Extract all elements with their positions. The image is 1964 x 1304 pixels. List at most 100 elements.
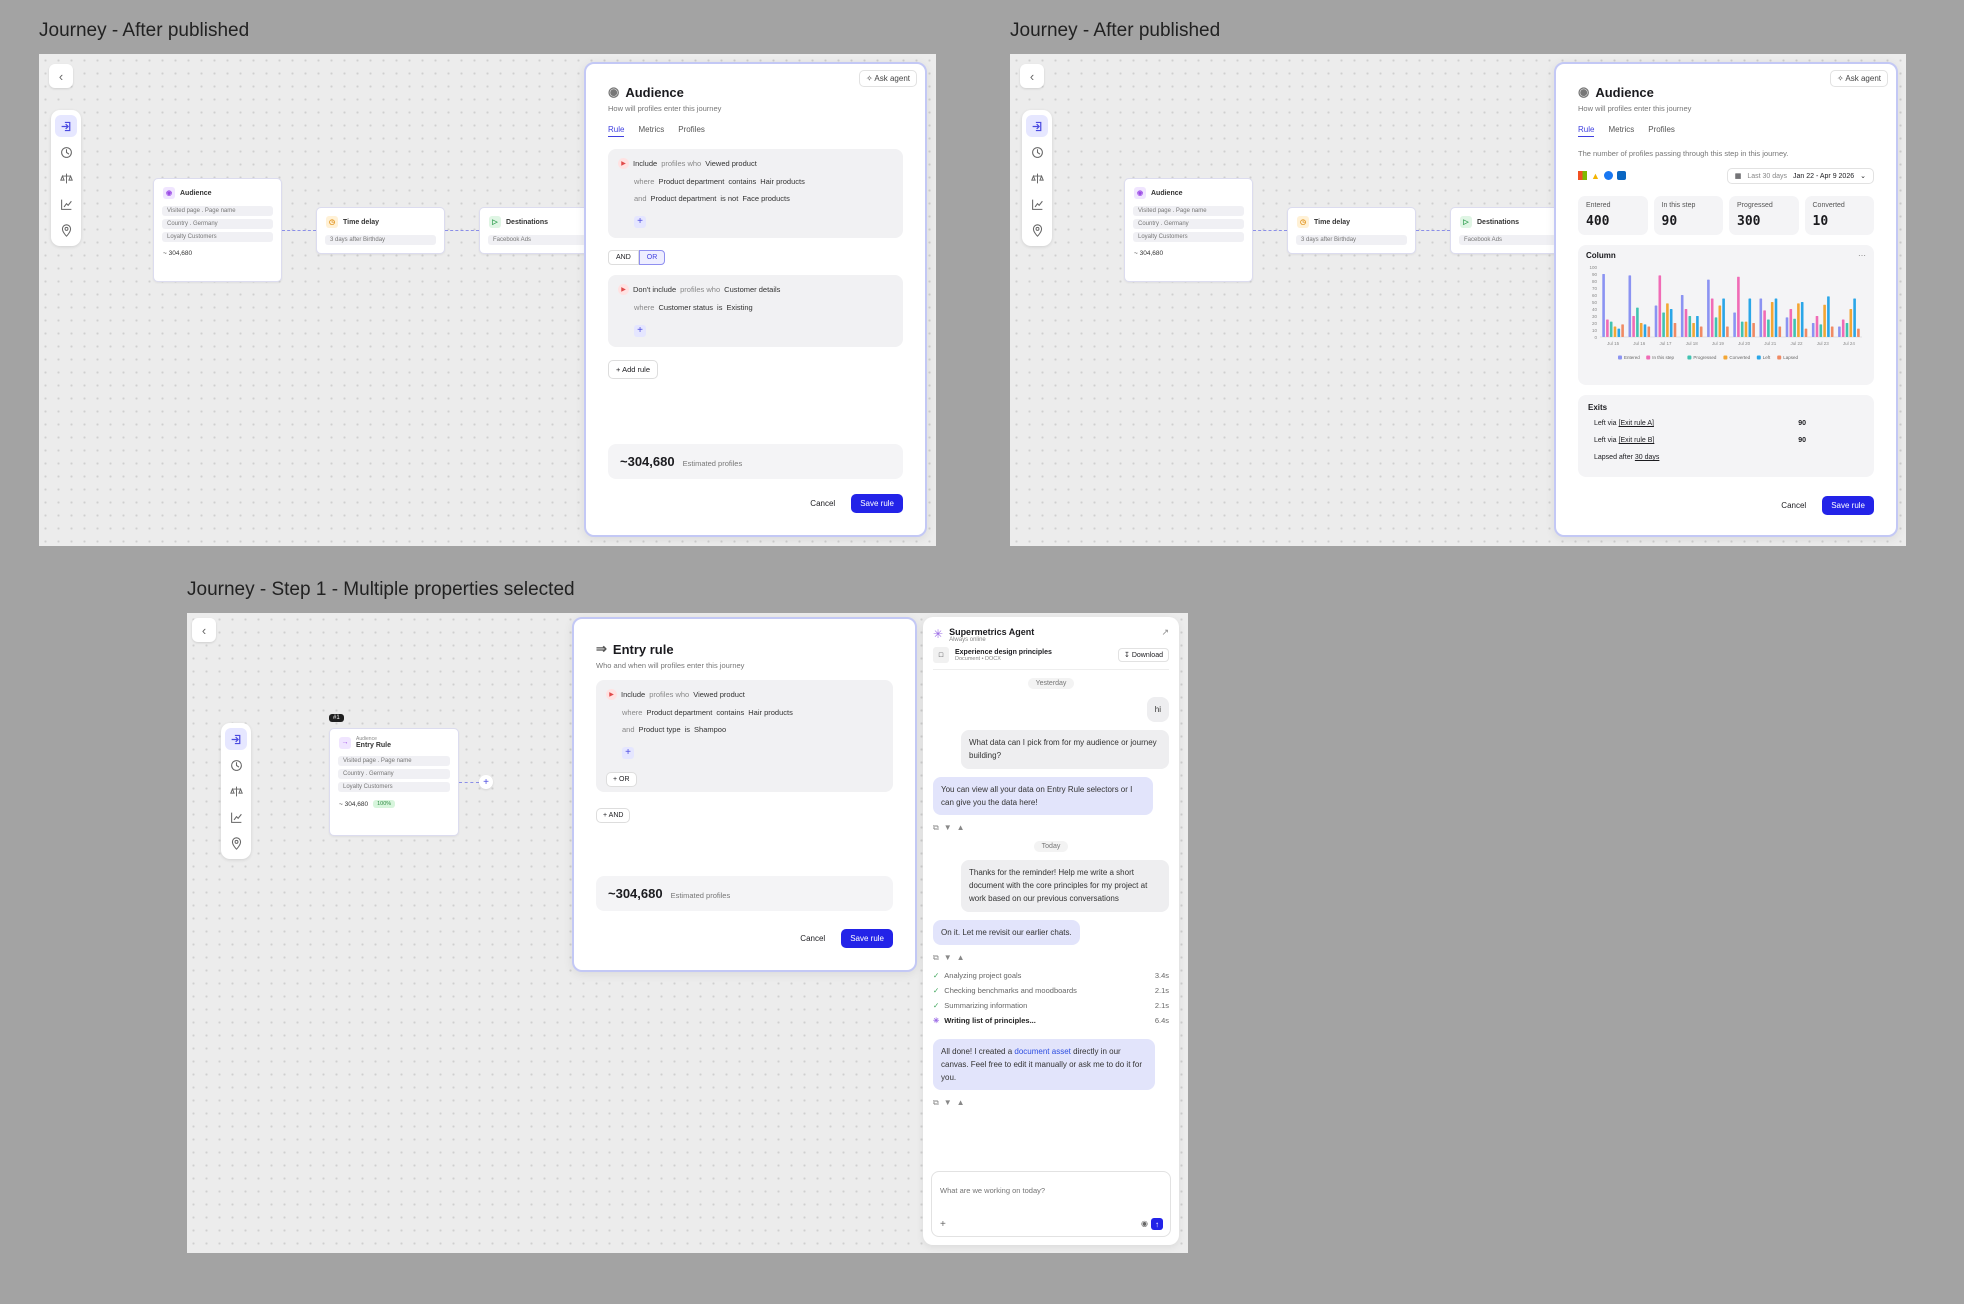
canvas-frame-1[interactable]: ‹ ◉ Audience Visited page . Page name Cou… xyxy=(39,54,936,546)
rule-event[interactable]: Customer details xyxy=(724,285,780,294)
agent-message: All done! I created a document asset dir… xyxy=(933,1038,1155,1091)
tool-delay[interactable] xyxy=(55,141,77,163)
rule-property[interactable]: Product department xyxy=(658,177,724,186)
add-or-button[interactable]: + OR xyxy=(606,772,637,787)
cancel-button[interactable]: Cancel xyxy=(802,494,844,513)
rule-text: where xyxy=(634,177,655,186)
entry-filter: Country . Germany xyxy=(338,769,450,779)
exit-link[interactable]: [Exit rule A] xyxy=(1619,420,1654,427)
attach-icon[interactable]: + xyxy=(940,1219,946,1230)
rule-operator[interactable]: contains xyxy=(716,708,744,717)
step-time: 2.1s xyxy=(1154,1000,1169,1010)
audience-node[interactable]: ◉ Audience Visited page . Page name Count… xyxy=(1124,178,1253,282)
chat-input[interactable] xyxy=(940,1186,1162,1195)
rule-operator[interactable]: is not xyxy=(720,194,738,203)
or-option[interactable]: OR xyxy=(638,250,666,265)
tool-entry[interactable] xyxy=(225,728,247,750)
time-delay-node[interactable]: ◷ Time delay 3 days after Birthday xyxy=(316,207,445,254)
tab-rule[interactable]: Rule xyxy=(1578,125,1595,137)
canvas-frame-3[interactable]: ‹ #1 → Audience Entry Rule Visited page .… xyxy=(187,613,1188,1253)
back-button[interactable]: ‹ xyxy=(49,64,73,88)
add-and-button[interactable]: + AND xyxy=(596,808,631,823)
expand-icon[interactable]: ↗ xyxy=(1161,627,1169,643)
add-condition-button[interactable]: + xyxy=(634,324,646,337)
rule-property[interactable]: Customer status xyxy=(658,303,713,312)
tab-profiles[interactable]: Profiles xyxy=(1648,125,1675,137)
save-rule-button[interactable]: Save rule xyxy=(841,929,893,948)
back-button[interactable]: ‹ xyxy=(192,618,216,642)
time-delay-node[interactable]: ◷ Time delay 3 days after Birthday xyxy=(1287,207,1416,254)
save-rule-button[interactable]: Save rule xyxy=(1822,496,1874,515)
exit-link[interactable]: [Exit rule B] xyxy=(1619,437,1655,444)
tool-delay[interactable] xyxy=(225,754,247,776)
add-rule-button[interactable]: + Add rule xyxy=(608,360,658,379)
save-rule-button[interactable]: Save rule xyxy=(851,494,903,513)
exclude-rule[interactable]: ▶ Don't include profiles who Customer detai… xyxy=(608,275,903,347)
rule-property[interactable]: Product type xyxy=(639,725,681,734)
entry-icon: ⇒ xyxy=(596,641,607,656)
tool-metrics[interactable] xyxy=(55,193,77,215)
rule-value[interactable]: Face products xyxy=(742,194,790,203)
tool-split[interactable] xyxy=(225,780,247,802)
audience-node[interactable]: ◉ Audience Visited page . Page name Count… xyxy=(153,178,282,282)
document-asset-link[interactable]: document asset xyxy=(1014,1047,1070,1056)
date-range-picker[interactable]: ▦ Last 30 days Jan 22 - Apr 9 2026 ⌄ xyxy=(1726,168,1874,184)
tool-entry[interactable] xyxy=(55,115,77,137)
include-rule[interactable]: ▶ Include profiles who Viewed product where… xyxy=(596,680,893,792)
thumbs-down-icon[interactable]: ▼ xyxy=(944,953,952,963)
include-rule[interactable]: ▶ Include profiles who Viewed product where… xyxy=(608,149,903,238)
document-attachment[interactable]: □ Experience design principles Document •… xyxy=(933,647,1169,670)
tab-profiles[interactable]: Profiles xyxy=(678,125,705,137)
exit-link[interactable]: 30 days xyxy=(1635,454,1660,461)
thumbs-down-icon[interactable]: ▼ xyxy=(944,1098,952,1108)
tab-rule[interactable]: Rule xyxy=(608,125,625,137)
cancel-button[interactable]: Cancel xyxy=(792,929,834,948)
copy-icon[interactable]: ⧉ xyxy=(933,823,939,833)
entry-rule-node[interactable]: → Audience Entry Rule Visited page . Page… xyxy=(329,728,459,836)
rule-operator[interactable]: contains xyxy=(728,177,756,186)
canvas-frame-2[interactable]: ‹ ◉ Audience Visited page . Page name Cou… xyxy=(1010,54,1906,546)
more-icon[interactable]: ⋯ xyxy=(1858,251,1866,260)
ask-agent-button[interactable]: ✧ Ask agent xyxy=(858,70,917,87)
thumbs-up-icon[interactable]: ▲ xyxy=(957,823,965,833)
copy-icon[interactable]: ⧉ xyxy=(933,953,939,963)
tab-metrics[interactable]: Metrics xyxy=(638,125,664,137)
tool-metrics[interactable] xyxy=(225,806,247,828)
tool-split[interactable] xyxy=(1026,167,1048,189)
rule-event[interactable]: Viewed product xyxy=(693,690,745,699)
rule-property[interactable]: Product department xyxy=(651,194,717,203)
download-button[interactable]: ↧ Download xyxy=(1118,648,1169,662)
thumbs-down-icon[interactable]: ▼ xyxy=(944,823,952,833)
rule-operator[interactable]: is xyxy=(717,303,722,312)
ask-agent-button[interactable]: ✧ Ask agent xyxy=(1829,70,1888,87)
tool-destination[interactable] xyxy=(1026,219,1048,241)
add-condition-button[interactable]: + xyxy=(622,746,634,759)
tool-split[interactable] xyxy=(55,167,77,189)
rule-value[interactable]: Shampoo xyxy=(694,725,726,734)
rule-operator[interactable]: is xyxy=(685,725,690,734)
rule-value[interactable]: Existing xyxy=(726,303,752,312)
rule-property[interactable]: Product department xyxy=(646,708,712,717)
tool-metrics[interactable] xyxy=(1026,193,1048,215)
tool-entry[interactable] xyxy=(1026,115,1048,137)
rule-value[interactable]: Hair products xyxy=(748,708,793,717)
thumbs-up-icon[interactable]: ▲ xyxy=(957,953,965,963)
tool-delay[interactable] xyxy=(1026,141,1048,163)
cancel-button[interactable]: Cancel xyxy=(1773,496,1815,515)
tool-destination[interactable] xyxy=(55,219,77,241)
linkedin-icon xyxy=(1616,171,1626,180)
node-title: Destinations xyxy=(506,218,549,226)
add-step-button[interactable]: + xyxy=(479,775,493,789)
tab-metrics[interactable]: Metrics xyxy=(1608,125,1634,137)
add-condition-button[interactable]: + xyxy=(634,215,646,228)
and-option[interactable]: AND xyxy=(608,250,639,265)
rule-event[interactable]: Viewed product xyxy=(705,159,757,168)
thumbs-up-icon[interactable]: ▲ xyxy=(957,1098,965,1108)
rule-value[interactable]: Hair products xyxy=(760,177,805,186)
back-button[interactable]: ‹ xyxy=(1020,64,1044,88)
send-button[interactable]: ↑ xyxy=(1151,1218,1163,1230)
settings-icon[interactable]: ◉ xyxy=(1141,1219,1148,1228)
copy-icon[interactable]: ⧉ xyxy=(933,1098,939,1108)
tool-destination[interactable] xyxy=(225,832,247,854)
canvas-toolbar xyxy=(51,110,81,246)
